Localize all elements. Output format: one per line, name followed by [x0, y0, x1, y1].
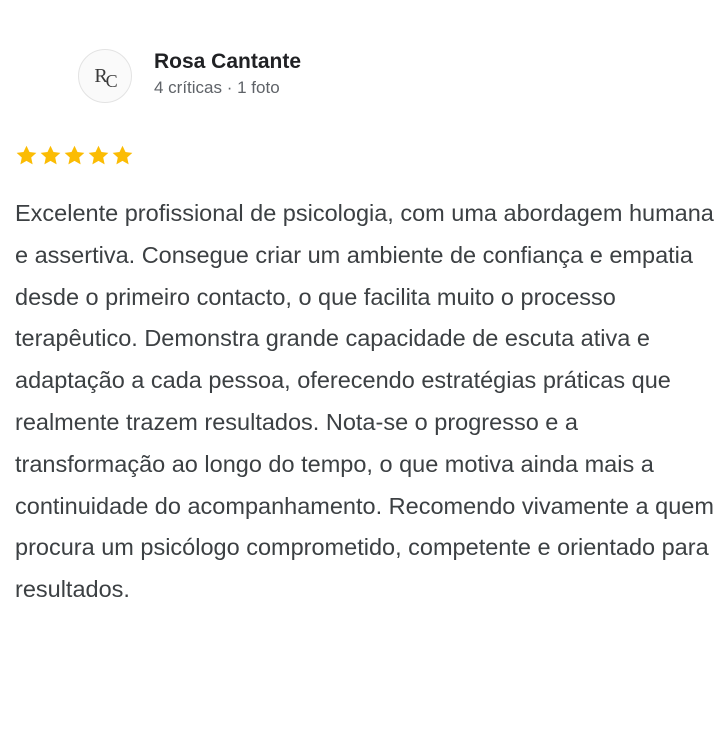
- star-icon: [112, 145, 133, 165]
- star-icon: [40, 145, 61, 165]
- reviewer-header: RC Rosa Cantante 4 críticas · 1 foto: [78, 49, 301, 103]
- review-card: RC Rosa Cantante 4 críticas · 1 foto Exc…: [0, 0, 720, 756]
- star-icon: [88, 145, 109, 165]
- avatar[interactable]: RC: [78, 49, 132, 103]
- reviewer-meta: 4 críticas · 1 foto: [154, 78, 280, 97]
- avatar-monogram: RC: [94, 64, 117, 91]
- reviewer-name[interactable]: Rosa Cantante: [154, 48, 301, 76]
- reviewer-identity: Rosa Cantante 4 críticas · 1 foto: [154, 48, 301, 100]
- star-icon: [64, 145, 85, 165]
- star-icon: [16, 145, 37, 165]
- review-text: Excelente profissional de psicologia, co…: [15, 200, 714, 603]
- star-rating: [15, 144, 134, 167]
